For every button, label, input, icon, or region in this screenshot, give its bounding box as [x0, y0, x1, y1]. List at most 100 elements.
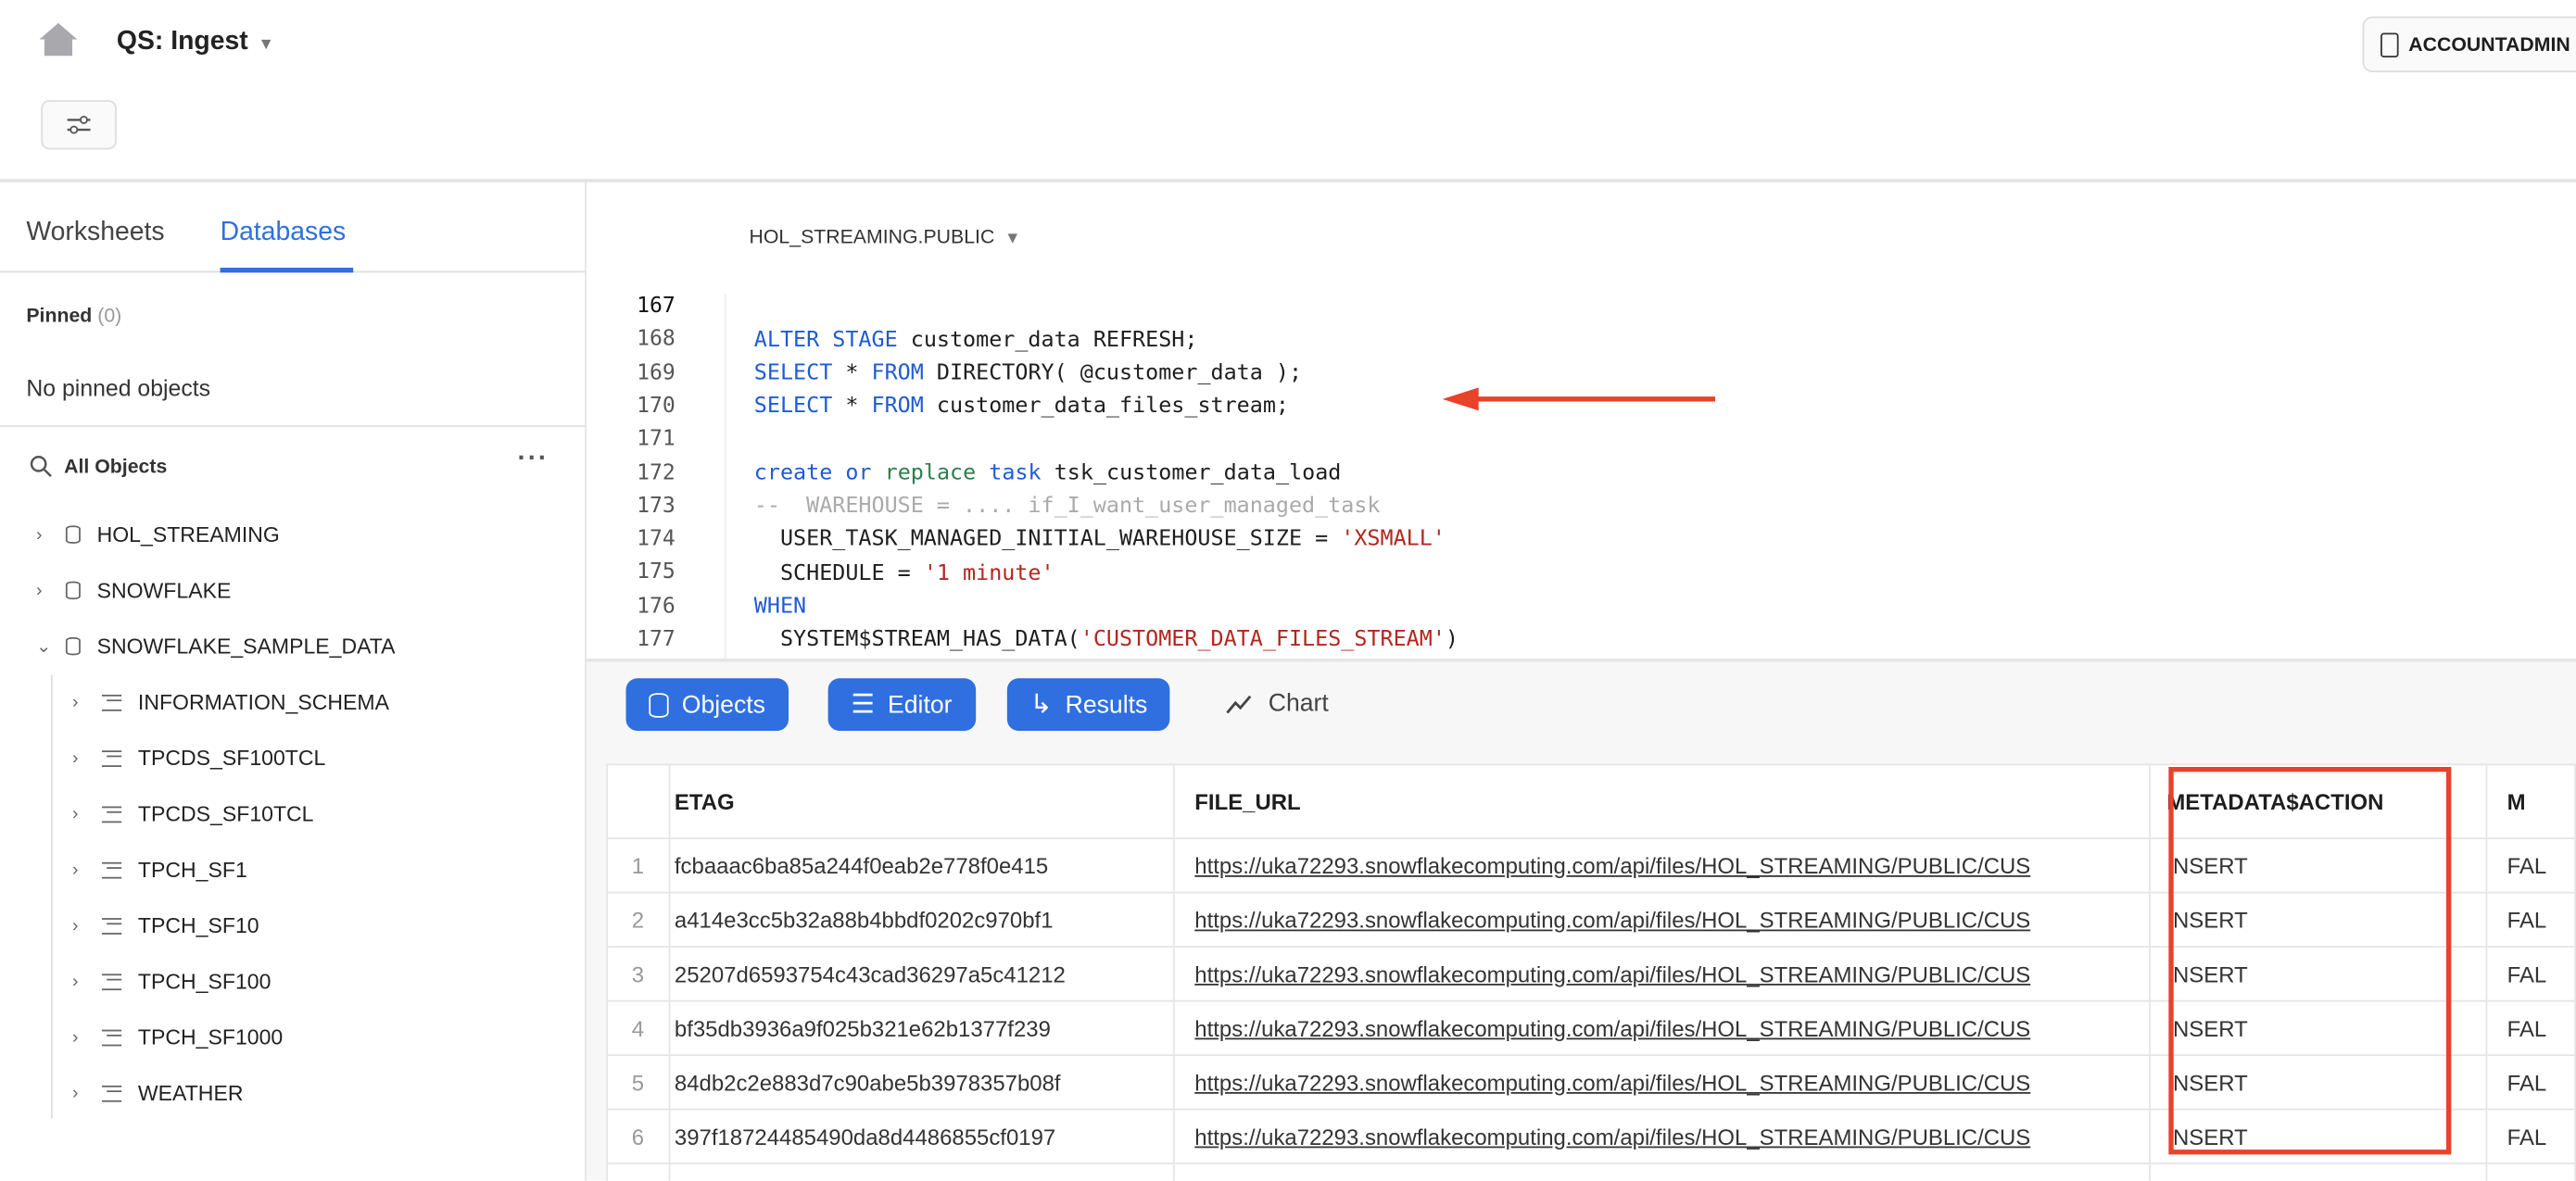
chevron-right-icon[interactable]: › [72, 1027, 89, 1047]
row-number: 1 [606, 837, 670, 894]
schema-name: TPCH_SF10 [137, 912, 259, 938]
metadata-cell[interactable]: FAL [2485, 1108, 2576, 1165]
pinned-header: Pinned (0) [26, 304, 121, 327]
column-header-file-url[interactable]: FILE_URL [1173, 763, 2151, 840]
pinned-label: Pinned [26, 304, 93, 327]
etag-cell[interactable]: 2ca146e5aa7e12baa02e5aabfb9e2b0e [667, 1162, 1176, 1181]
line-chart-icon [1226, 694, 1252, 713]
chevron-right-icon[interactable]: › [72, 860, 89, 879]
table-row[interactable]: 72ca146e5aa7e12baa02e5aabfb9e2b0ehttps:/… [606, 1162, 2576, 1181]
tree-database[interactable]: › HOL_STREAMING [36, 522, 280, 547]
tree-database[interactable]: ⌄ SNOWFLAKE_SAMPLE_DATA [36, 634, 396, 659]
chevron-down-icon[interactable]: ⌄ [36, 635, 53, 657]
tree-guide-line [50, 674, 53, 1119]
metadata-cell[interactable]: FAL [2485, 891, 2576, 949]
file-url-link[interactable]: https://uka72293.snowflakecomputing.com/… [1173, 891, 2151, 949]
column-header-etag[interactable]: ETAG [667, 763, 1176, 840]
tree-schema[interactable]: › WEATHER [72, 1081, 243, 1106]
file-url-link[interactable]: https://uka72293.snowflakecomputing.com/… [1173, 946, 2151, 1002]
filter-settings-button[interactable] [41, 100, 117, 150]
schema-name: TPCH_SF100 [137, 969, 271, 994]
line-number: 172 [637, 460, 676, 485]
etag-cell[interactable]: 84db2c2e883d7c90abe5b3978357b08f [667, 1054, 1176, 1111]
etag-cell[interactable]: bf35db3936a9f025b321e62b1377f239 [667, 999, 1176, 1057]
more-options-icon[interactable]: ··· [517, 445, 549, 474]
database-icon [649, 692, 669, 717]
etag-cell[interactable]: fcbaaac6ba85a244f0eab2e778f0e415 [667, 837, 1176, 894]
chart-button[interactable]: Chart [1226, 690, 1329, 718]
tab-databases[interactable]: Databases [221, 219, 347, 248]
tree-schema[interactable]: › TPCDS_SF100TCL [72, 746, 325, 771]
metadata-cell[interactable]: FAL [2485, 837, 2576, 894]
results-button[interactable]: ↳ Results [1006, 678, 1171, 731]
tab-worksheets[interactable]: Worksheets [26, 219, 164, 248]
schema-name: TPCH_SF1 [137, 857, 247, 883]
etag-cell[interactable]: a414e3cc5b32a88b4bbdf0202c970bf1 [667, 891, 1176, 949]
tree-schema[interactable]: › INFORMATION_SCHEMA [72, 690, 389, 715]
schema-name: INFORMATION_SCHEMA [137, 689, 390, 715]
all-objects-search[interactable]: All Objects [64, 455, 167, 478]
line-number: 169 [637, 360, 676, 385]
row-number: 4 [606, 999, 670, 1057]
tree-schema[interactable]: › TPCDS_SF10TCL [72, 801, 313, 826]
tree-schema[interactable]: › TPCH_SF1 [72, 858, 247, 883]
home-icon[interactable] [38, 21, 79, 57]
chevron-right-icon[interactable]: › [72, 972, 89, 991]
file-url-link[interactable]: https://uka72293.snowflakecomputing.com/… [1173, 837, 2151, 894]
code-line: SELECT * FROM DIRECTORY( @customer_data … [753, 361, 1303, 386]
database-name: HOL_STREAMING [96, 521, 280, 547]
schema-icon [101, 694, 122, 710]
context-label: HOL_STREAMING.PUBLIC [749, 224, 995, 248]
etag-cell[interactable]: 25207d6593754c43cad36297a5c41212 [667, 946, 1176, 1002]
tree-schema[interactable]: › TPCH_SF1000 [72, 1024, 283, 1049]
role-label: ACCOUNTADMIN [2408, 32, 2570, 57]
chevron-right-icon[interactable]: › [72, 692, 89, 711]
file-url-link[interactable]: https://uka72293.snowflakecomputing.com/… [1173, 1162, 2151, 1181]
file-url-link[interactable]: https://uka72293.snowflakecomputing.com/… [1173, 999, 2151, 1057]
etag-cell[interactable]: 397f18724485490da8d4486855cf0197 [667, 1108, 1176, 1165]
code-line: ALTER STAGE customer_data REFRESH; [753, 328, 1198, 354]
schema-icon [101, 917, 122, 934]
sidebar: Worksheets Databases Pinned (0) No pinne… [0, 182, 587, 1181]
column-header-m[interactable]: M [2485, 763, 2576, 840]
worksheet-title-text: QS: Ingest [116, 28, 248, 57]
file-url-link[interactable]: https://uka72293.snowflakecomputing.com/… [1173, 1054, 2151, 1111]
metadata-cell[interactable]: FAL [2485, 999, 2576, 1057]
pinned-count: (0) [97, 304, 122, 327]
tree-schema[interactable]: › TPCH_SF100 [72, 969, 271, 994]
tree-database[interactable]: › SNOWFLAKE [36, 578, 231, 603]
metadata-cell[interactable]: FAL [2485, 1162, 2576, 1181]
context-selector[interactable]: HOL_STREAMING.PUBLIC ▼ [749, 225, 1020, 248]
code-line: USER_TASK_MANAGED_INITIAL_WAREHOUSE_SIZE… [753, 527, 1446, 552]
role-selector-button[interactable]: ACCOUNTADMIN [2362, 16, 2576, 73]
schema-name: TPCH_SF1000 [137, 1024, 284, 1049]
chart-label: Chart [1268, 689, 1329, 718]
metadata-action-cell[interactable]: INSERT [2148, 1162, 2488, 1181]
tree-schema[interactable]: › TPCH_SF10 [72, 913, 259, 938]
metadata-cell[interactable]: FAL [2485, 946, 2576, 1002]
file-url-link[interactable]: https://uka72293.snowflakecomputing.com/… [1173, 1108, 2151, 1165]
divider [0, 425, 586, 427]
no-pinned-text: No pinned objects [26, 374, 211, 401]
line-number: 173 [637, 494, 676, 519]
database-icon [65, 525, 81, 544]
schema-icon [101, 1028, 122, 1046]
results-label: Results [1065, 690, 1148, 719]
code-editor[interactable]: 167 168 169 170 171 172 173 174 175 176 177 ALTER … [587, 294, 2576, 659]
objects-button[interactable]: Objects [625, 678, 789, 731]
chevron-right-icon[interactable]: › [72, 804, 89, 823]
metadata-cell[interactable]: FAL [2485, 1054, 2576, 1111]
snowsight-worksheet: QS: Ingest ▼ ACCOUNTADMIN Worksheets Data… [0, 0, 2576, 1181]
chevron-right-icon[interactable]: › [36, 524, 53, 544]
editor-button[interactable]: ☰ Editor [827, 678, 976, 731]
chevron-right-icon[interactable]: › [72, 1083, 89, 1102]
schema-icon [101, 805, 122, 823]
worksheet-title[interactable]: QS: Ingest ▼ [117, 28, 274, 57]
objects-label: Objects [681, 690, 765, 719]
row-number: 2 [606, 891, 670, 949]
user-badge-icon [2380, 31, 2399, 57]
chevron-right-icon[interactable]: › [72, 915, 89, 935]
pane-divider[interactable] [586, 658, 2576, 662]
chevron-right-icon[interactable]: › [36, 581, 53, 600]
chevron-right-icon[interactable]: › [72, 748, 89, 768]
